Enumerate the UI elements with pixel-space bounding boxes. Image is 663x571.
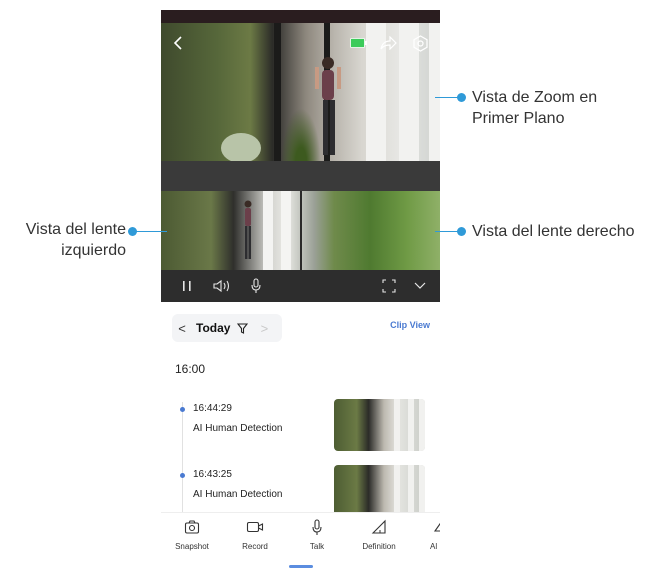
event-item[interactable]: 16:44:29 AI Human Detection [161, 399, 440, 451]
record-button[interactable]: Record [227, 519, 283, 557]
scene-pillar [263, 191, 273, 270]
scene-person [244, 200, 252, 259]
back-icon[interactable] [171, 35, 185, 51]
snapshot-label: Snapshot [175, 542, 209, 551]
zoom-callout-line2: Primer Plano [472, 110, 565, 127]
camera-icon [164, 519, 220, 539]
event-label: AI Human Detection [193, 489, 283, 500]
zoom-callout-dot [457, 93, 466, 102]
snapshot-button[interactable]: Snapshot [164, 519, 220, 557]
settings-icon[interactable] [411, 34, 429, 52]
event-thumbnail[interactable] [334, 399, 425, 451]
scene-pillar [281, 191, 291, 270]
chevron-down-icon[interactable] [411, 270, 429, 302]
status-bar [161, 10, 440, 23]
definition-button[interactable]: Definition [351, 519, 407, 557]
event-dot [180, 407, 185, 412]
talk-label: Talk [309, 542, 325, 551]
bottom-toolbar: Snapshot Record Talk Definition Al [161, 512, 440, 560]
left-lens-callout-line2: izquierdo [61, 242, 126, 259]
talk-icon [289, 519, 345, 539]
clip-view-link[interactable]: Clip View [390, 320, 430, 330]
zoom-callout-line1: Vista de Zoom en [472, 89, 598, 106]
event-item[interactable]: 16:43:25 AI Human Detection [161, 465, 440, 517]
event-label: AI Human Detection [193, 423, 283, 434]
lens-divider [300, 191, 302, 270]
pause-icon[interactable] [179, 270, 195, 302]
alarm-icon [411, 519, 440, 539]
share-icon[interactable] [379, 35, 397, 51]
alarm-button[interactable]: Al [411, 519, 440, 557]
battery-icon [350, 37, 368, 49]
talk-button[interactable]: Talk [289, 519, 345, 557]
prev-date-button[interactable]: < [172, 321, 192, 336]
event-thumbnail[interactable] [334, 465, 425, 517]
next-date-button[interactable]: > [254, 321, 274, 336]
alarm-label: Al [430, 542, 438, 551]
volume-icon[interactable] [211, 270, 233, 302]
zoom-callout-label: Vista de Zoom en Primer Plano [472, 87, 597, 129]
left-lens-callout-line1: Vista del lente [25, 221, 126, 238]
scene-person [315, 57, 341, 155]
right-lens-callout-dot [457, 227, 466, 236]
fullscreen-icon[interactable] [379, 270, 399, 302]
hour-heading: 16:00 [175, 362, 206, 376]
record-icon [227, 519, 283, 539]
event-time: 16:44:29 [193, 403, 232, 414]
definition-label: Definition [362, 542, 396, 551]
left-lens-callout-dot [128, 227, 137, 236]
video-separator [161, 161, 440, 191]
event-list-panel: < Today > Clip View 16:00 16:44:29 AI Hu… [161, 302, 440, 517]
home-indicator [289, 565, 313, 568]
event-dot [180, 473, 185, 478]
date-navigator: < Today > [172, 314, 282, 342]
date-label[interactable]: Today [196, 321, 230, 335]
record-label: Record [242, 542, 268, 551]
video-top-toolbar [161, 23, 440, 63]
left-lens-callout-label: Vista del lente izquierdo [6, 219, 126, 261]
playback-controls [161, 270, 440, 302]
dual-lens-video-view[interactable] [161, 191, 440, 270]
scene-bush [221, 133, 261, 161]
right-lens-callout-label: Vista del lente derecho [472, 223, 635, 240]
phone-screen: < Today > Clip View 16:00 16:44:29 AI Hu… [161, 10, 440, 571]
mic-icon[interactable] [247, 270, 265, 302]
filter-icon[interactable] [237, 322, 249, 334]
definition-icon [351, 519, 407, 539]
event-time: 16:43:25 [193, 469, 232, 480]
